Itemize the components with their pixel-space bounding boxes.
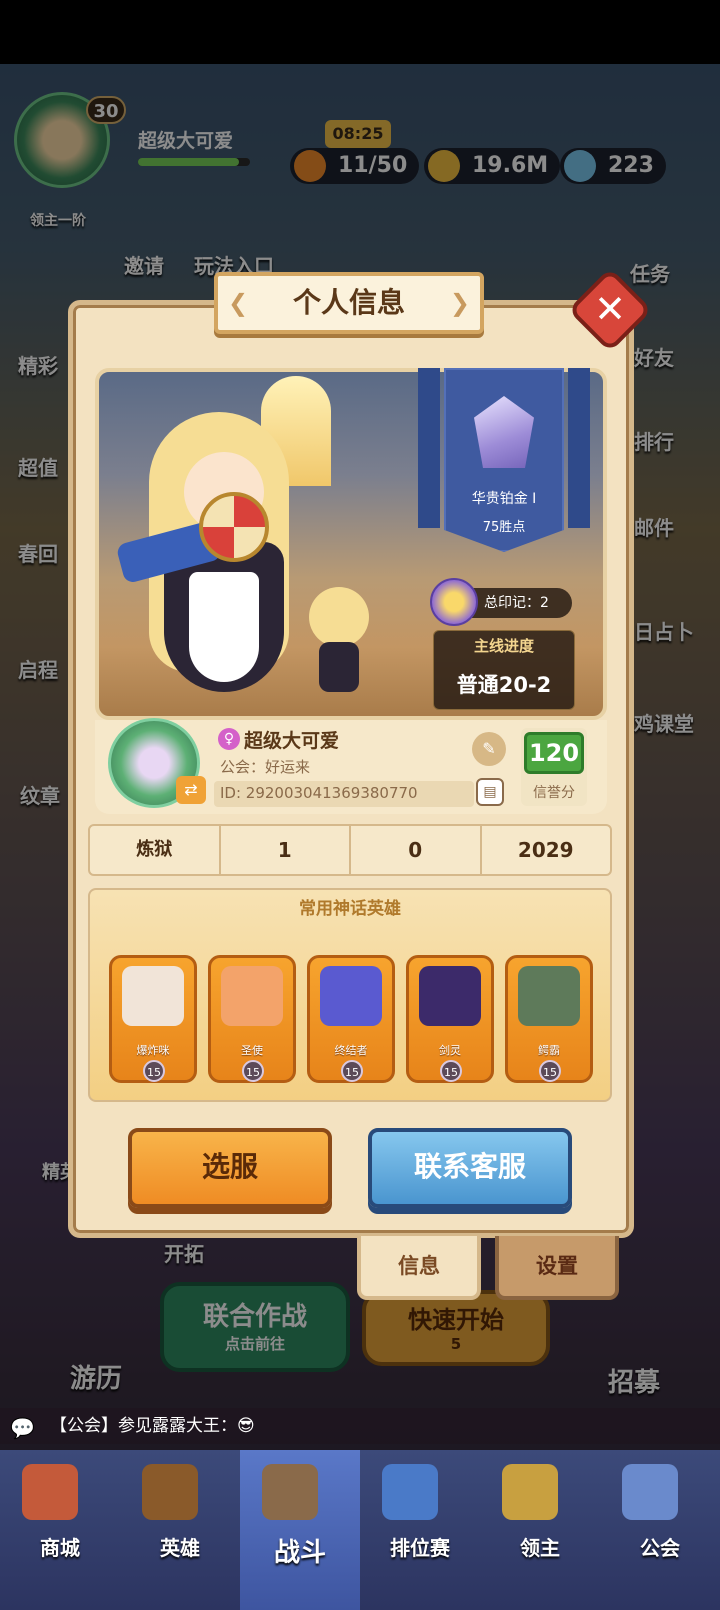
hero-portrait <box>221 966 283 1026</box>
heroes-icon <box>142 1464 198 1520</box>
copy-id-icon[interactable]: ▤ <box>476 778 504 806</box>
hero-card[interactable]: 爆炸咪 15 <box>109 955 197 1083</box>
hero-card[interactable]: 圣使 15 <box>208 955 296 1083</box>
credit-score: 120 <box>524 732 584 774</box>
hero-card[interactable]: 剑灵 15 <box>406 955 494 1083</box>
hero-name: 爆炸咪 <box>136 1044 170 1057</box>
nav-label: 商城 <box>40 1536 80 1560</box>
dialog-title: 个人信息 <box>214 272 484 334</box>
nav-battle[interactable]: 战斗 <box>240 1450 360 1610</box>
close-icon: ✕ <box>594 287 626 331</box>
nav-guild[interactable]: 公会 <box>600 1450 720 1610</box>
stat-value: 2029 <box>517 838 574 862</box>
edit-name-icon[interactable]: ✎ <box>472 732 506 766</box>
hero-portrait <box>419 966 481 1026</box>
chibi-character <box>304 587 374 697</box>
hero-portrait <box>320 966 382 1026</box>
hero-level: 15 <box>440 1060 462 1082</box>
nav-label: 英雄 <box>160 1536 200 1560</box>
maid-character <box>115 402 329 716</box>
hero-portrait <box>518 966 580 1026</box>
hero-name: 圣使 <box>241 1044 263 1057</box>
chat-icon: 💬 <box>10 1416 35 1440</box>
profile-id: ID: 292003041369380770 <box>220 784 418 802</box>
hero-card[interactable]: 鳄霸 15 <box>505 955 593 1083</box>
stats-bar: 炼狱 1 0 2029 <box>88 824 612 876</box>
bottom-nav: 商城 英雄 战斗 排位赛 领主 公会 <box>0 1450 720 1610</box>
nav-heroes[interactable]: 英雄 <box>120 1450 240 1610</box>
rank-name: 华贵铂金 I <box>471 491 537 507</box>
rank-banner[interactable]: 华贵铂金 I 75胜点 <box>418 368 600 560</box>
main-progress: 主线进度 普通20-2 <box>433 630 575 710</box>
chat-message: 【公会】参见露露大王：😎 <box>50 1416 255 1436</box>
guild-icon <box>622 1464 678 1520</box>
hero-name: 剑灵 <box>439 1044 461 1057</box>
contact-support-button[interactable]: 联系客服 <box>368 1128 572 1208</box>
main-progress-value: 普通20-2 <box>456 673 552 697</box>
nav-label: 领主 <box>520 1536 560 1560</box>
hero-level: 15 <box>242 1060 264 1082</box>
tab-settings[interactable]: 设置 <box>495 1236 619 1300</box>
stat-mode: 炼狱 <box>90 826 221 874</box>
hero-name: 鳄霸 <box>538 1044 560 1057</box>
nav-lord[interactable]: 领主 <box>480 1450 600 1610</box>
hero-level: 15 <box>539 1060 561 1082</box>
select-server-button[interactable]: 选服 <box>128 1128 332 1208</box>
stat-value: 1 <box>221 826 351 874</box>
battle-icon <box>262 1464 318 1520</box>
female-icon: ♀ <box>218 728 240 750</box>
chat-bar[interactable]: 💬 【公会】参见露露大王：😎 <box>0 1408 720 1444</box>
credit-label: 信誉分 <box>533 785 575 801</box>
rank-points: 75胜点 <box>482 520 526 535</box>
nav-label: 战斗 <box>273 1538 326 1568</box>
shop-icon <box>22 1464 78 1520</box>
ranked-icon <box>382 1464 438 1520</box>
heroes-title: 常用神话英雄 <box>299 899 401 919</box>
nav-ranked[interactable]: 排位赛 <box>360 1450 480 1610</box>
main-progress-label: 主线进度 <box>473 637 534 655</box>
hero-portrait <box>122 966 184 1026</box>
hero-level: 15 <box>341 1060 363 1082</box>
nav-label: 排位赛 <box>390 1536 450 1560</box>
swap-avatar-icon[interactable]: ⇄ <box>176 776 206 804</box>
nav-shop[interactable]: 商城 <box>0 1450 120 1610</box>
seal-icon[interactable] <box>430 578 478 626</box>
stat-value: 0 <box>351 826 482 874</box>
hero-name: 终结者 <box>334 1044 368 1057</box>
nav-label: 公会 <box>640 1536 680 1560</box>
profile-guild: 公会：好运来 <box>220 758 311 776</box>
profile-name: 超级大可爱 <box>244 730 340 752</box>
hero-level: 15 <box>143 1060 165 1082</box>
tab-info[interactable]: 信息 <box>357 1236 481 1300</box>
status-bar <box>0 0 720 64</box>
hero-card[interactable]: 终结者 15 <box>307 955 395 1083</box>
lord-icon <box>502 1464 558 1520</box>
